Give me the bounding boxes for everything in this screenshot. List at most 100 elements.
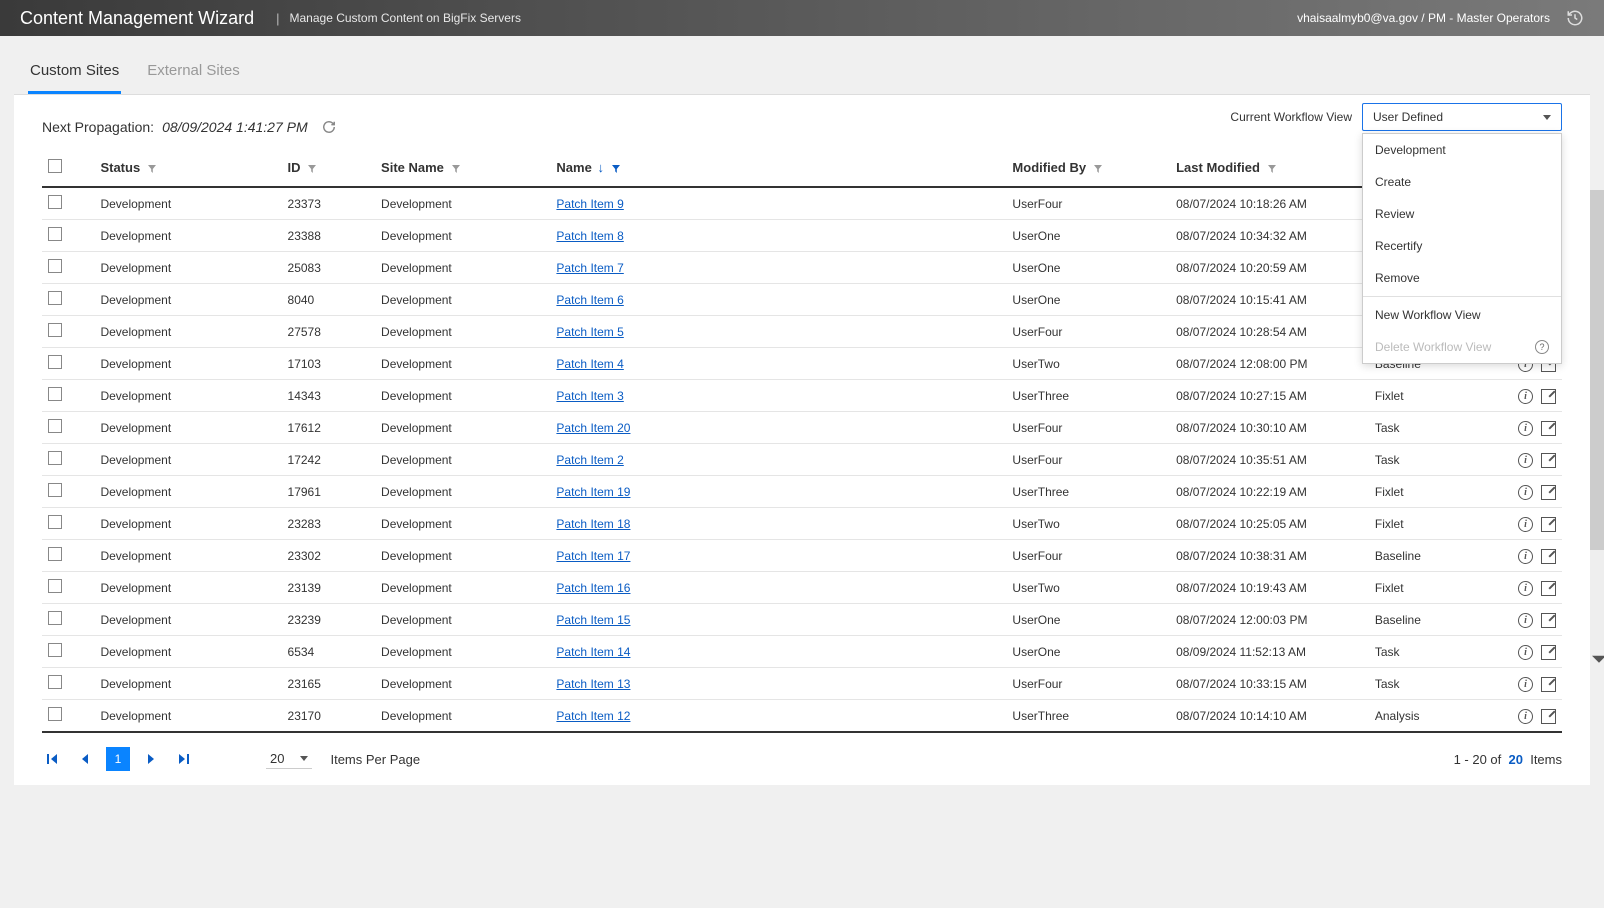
edit-icon[interactable] (1541, 517, 1556, 532)
edit-icon[interactable] (1541, 549, 1556, 564)
edit-icon[interactable] (1541, 421, 1556, 436)
row-checkbox[interactable] (48, 451, 62, 465)
sort-down-icon[interactable]: ↓ (597, 160, 604, 175)
info-icon[interactable]: i (1518, 549, 1533, 564)
col-modified-by[interactable]: Modified By (1012, 149, 1176, 187)
cell-id: 23302 (288, 540, 382, 572)
filter-icon[interactable] (1268, 165, 1276, 173)
select-all-checkbox[interactable] (48, 159, 62, 173)
info-icon[interactable]: i (1518, 613, 1533, 628)
cell-site: Development (381, 508, 556, 540)
item-name-link[interactable]: Patch Item 5 (556, 325, 623, 339)
dropdown-item-development[interactable]: Development (1363, 134, 1561, 166)
info-icon[interactable]: i (1518, 581, 1533, 596)
row-checkbox[interactable] (48, 707, 62, 721)
item-name-link[interactable]: Patch Item 18 (556, 517, 630, 531)
row-checkbox[interactable] (48, 195, 62, 209)
item-name-link[interactable]: Patch Item 16 (556, 581, 630, 595)
info-icon[interactable]: i (1518, 645, 1533, 660)
dropdown-item-new-view[interactable]: New Workflow View (1363, 299, 1561, 331)
edit-icon[interactable] (1541, 581, 1556, 596)
app-header: Content Management Wizard | Manage Custo… (0, 0, 1604, 36)
last-page-button[interactable] (174, 749, 194, 769)
row-checkbox[interactable] (48, 579, 62, 593)
edit-icon[interactable] (1541, 677, 1556, 692)
info-icon[interactable]: i (1518, 389, 1533, 404)
next-page-button[interactable] (142, 749, 162, 769)
edit-icon[interactable] (1541, 645, 1556, 660)
filter-icon[interactable] (452, 165, 460, 173)
help-icon[interactable]: ? (1535, 340, 1549, 354)
vertical-scrollbar[interactable] (1590, 190, 1604, 650)
row-checkbox[interactable] (48, 515, 62, 529)
item-name-link[interactable]: Patch Item 19 (556, 485, 630, 499)
filter-icon[interactable] (1094, 165, 1102, 173)
item-name-link[interactable]: Patch Item 14 (556, 645, 630, 659)
dropdown-item-create[interactable]: Create (1363, 166, 1561, 198)
edit-icon[interactable] (1541, 709, 1556, 724)
edit-icon[interactable] (1541, 613, 1556, 628)
refresh-icon[interactable] (322, 120, 336, 134)
cell-type: Task (1375, 636, 1480, 668)
col-name[interactable]: Name ↓ (556, 149, 1012, 187)
dropdown-divider (1363, 296, 1561, 297)
current-page[interactable]: 1 (106, 747, 130, 771)
edit-icon[interactable] (1541, 485, 1556, 500)
cell-id: 25083 (288, 252, 382, 284)
item-name-link[interactable]: Patch Item 20 (556, 421, 630, 435)
col-id[interactable]: ID (288, 149, 382, 187)
edit-icon[interactable] (1541, 389, 1556, 404)
chevron-down-icon[interactable] (1592, 653, 1604, 670)
info-icon[interactable]: i (1518, 421, 1533, 436)
item-name-link[interactable]: Patch Item 3 (556, 389, 623, 403)
cell-last-modified: 08/07/2024 10:20:59 AM (1176, 252, 1375, 284)
dropdown-item-review[interactable]: Review (1363, 198, 1561, 230)
first-page-button[interactable] (42, 749, 62, 769)
item-name-link[interactable]: Patch Item 4 (556, 357, 623, 371)
row-checkbox[interactable] (48, 227, 62, 241)
item-name-link[interactable]: Patch Item 12 (556, 709, 630, 723)
item-name-link[interactable]: Patch Item 15 (556, 613, 630, 627)
row-checkbox[interactable] (48, 483, 62, 497)
history-icon[interactable] (1566, 9, 1584, 27)
item-name-link[interactable]: Patch Item 17 (556, 549, 630, 563)
cell-site: Development (381, 604, 556, 636)
row-checkbox[interactable] (48, 323, 62, 337)
col-site[interactable]: Site Name (381, 149, 556, 187)
item-name-link[interactable]: Patch Item 8 (556, 229, 623, 243)
row-checkbox[interactable] (48, 419, 62, 433)
row-checkbox[interactable] (48, 291, 62, 305)
scrollbar-thumb[interactable] (1590, 190, 1604, 550)
info-icon[interactable]: i (1518, 709, 1533, 724)
dropdown-item-remove[interactable]: Remove (1363, 262, 1561, 294)
col-last-modified[interactable]: Last Modified (1176, 149, 1375, 187)
row-checkbox[interactable] (48, 643, 62, 657)
dropdown-item-recertify[interactable]: Recertify (1363, 230, 1561, 262)
col-status[interactable]: Status (100, 149, 287, 187)
prev-page-button[interactable] (74, 749, 94, 769)
edit-icon[interactable] (1541, 453, 1556, 468)
row-checkbox[interactable] (48, 611, 62, 625)
item-name-link[interactable]: Patch Item 9 (556, 197, 623, 211)
cell-id: 8040 (288, 284, 382, 316)
tab-custom-sites[interactable]: Custom Sites (28, 52, 121, 94)
item-name-link[interactable]: Patch Item 7 (556, 261, 623, 275)
item-name-link[interactable]: Patch Item 2 (556, 453, 623, 467)
item-name-link[interactable]: Patch Item 13 (556, 677, 630, 691)
info-icon[interactable]: i (1518, 485, 1533, 500)
filter-icon[interactable] (148, 165, 156, 173)
row-checkbox[interactable] (48, 355, 62, 369)
item-name-link[interactable]: Patch Item 6 (556, 293, 623, 307)
row-checkbox[interactable] (48, 259, 62, 273)
row-checkbox[interactable] (48, 387, 62, 401)
workflow-view-select[interactable]: User Defined (1362, 103, 1562, 131)
info-icon[interactable]: i (1518, 453, 1533, 468)
info-icon[interactable]: i (1518, 517, 1533, 532)
row-checkbox[interactable] (48, 675, 62, 689)
tab-external-sites[interactable]: External Sites (145, 52, 242, 94)
filter-icon[interactable] (612, 165, 620, 173)
filter-icon[interactable] (308, 165, 316, 173)
row-checkbox[interactable] (48, 547, 62, 561)
page-size-selector[interactable]: 20 Items Per Page (266, 749, 420, 769)
info-icon[interactable]: i (1518, 677, 1533, 692)
